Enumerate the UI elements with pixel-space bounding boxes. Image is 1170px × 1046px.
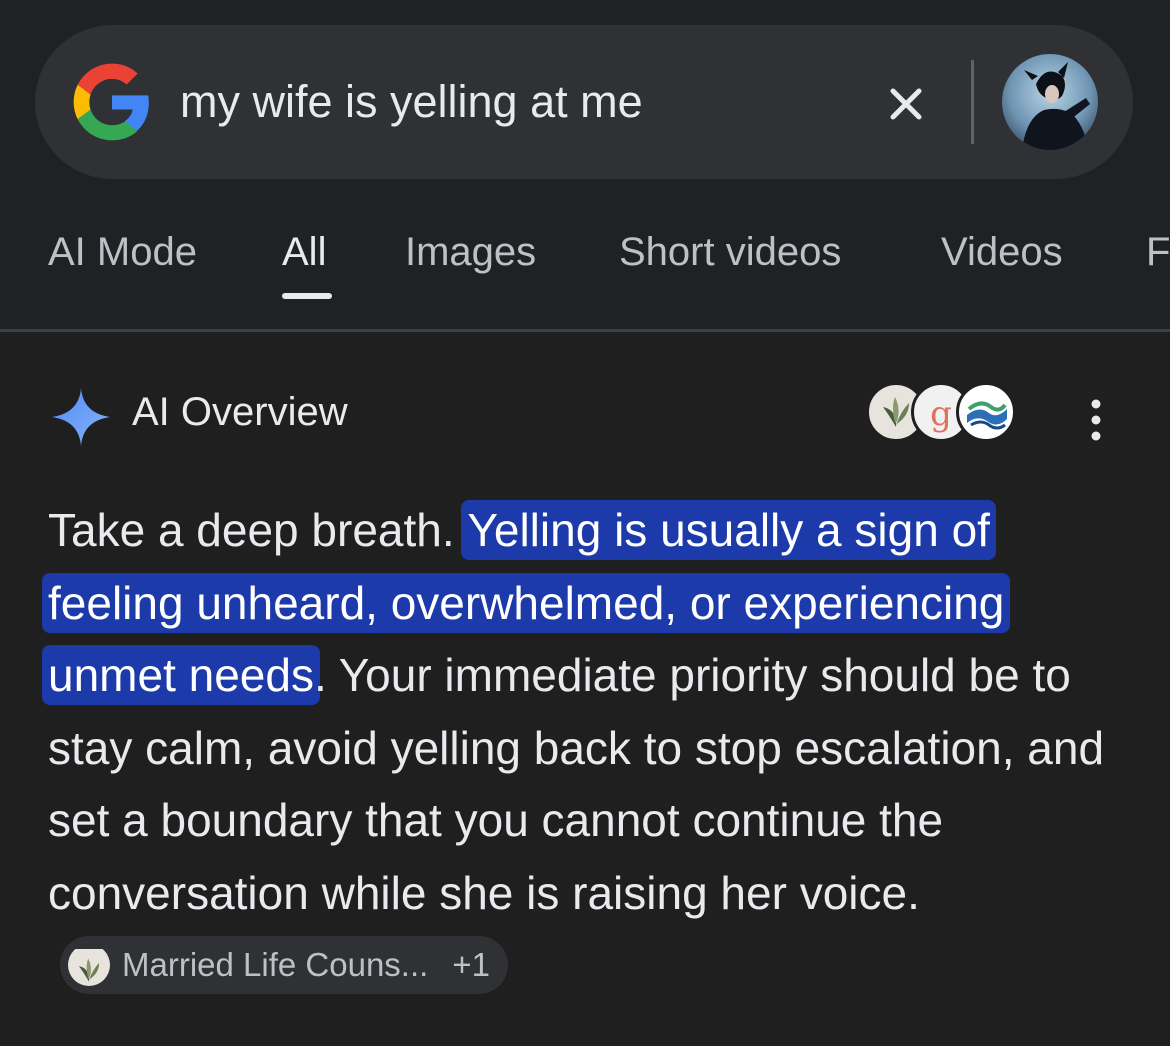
active-tab-indicator (282, 293, 332, 299)
ai-overview-title: AI Overview (132, 390, 348, 434)
ai-overview-sources[interactable]: g (866, 382, 1016, 446)
married-life-icon (68, 944, 110, 986)
ai-overview-text: Take a deep breath. Yelling is usually a… (42, 494, 1128, 1002)
search-tabs: AI Mode All Images Short videos Videos F… (0, 210, 1170, 330)
svg-text:g: g (930, 394, 952, 434)
tab-short-videos[interactable]: Short videos (619, 230, 841, 275)
tab-forums[interactable]: Fo (1146, 230, 1170, 275)
tab-images[interactable]: Images (405, 230, 536, 275)
google-g-logo-icon (73, 63, 149, 141)
search-input[interactable]: my wife is yelling at me (180, 70, 643, 134)
sparkle-icon (52, 388, 110, 446)
citation-chip[interactable]: Married Life Couns... +1 (60, 935, 508, 994)
clear-search-button[interactable] (880, 78, 932, 130)
tab-videos[interactable]: Videos (941, 230, 1063, 275)
search-divider (971, 60, 974, 144)
more-vert-icon[interactable] (1078, 396, 1114, 444)
tab-all[interactable]: All (282, 230, 326, 275)
tab-ai-mode[interactable]: AI Mode (48, 230, 197, 275)
citation-label: Married Life Couns... (122, 945, 429, 983)
profile-avatar[interactable] (1002, 54, 1098, 150)
citation-more-count: +1 (452, 945, 490, 983)
avatar-image (1002, 54, 1098, 150)
tabs-divider (0, 329, 1170, 332)
wave-source-icon (956, 382, 1016, 442)
close-icon (890, 88, 922, 120)
overview-intro: Take a deep breath. (48, 504, 468, 556)
